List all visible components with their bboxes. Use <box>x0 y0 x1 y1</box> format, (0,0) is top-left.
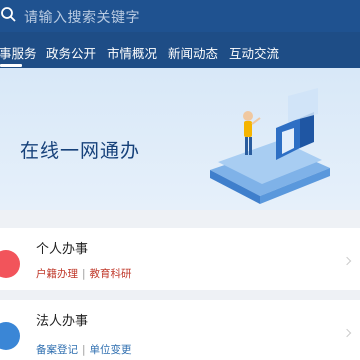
tab-city-overview[interactable]: 市情概况 <box>107 43 157 62</box>
chevron-right-icon <box>342 256 352 266</box>
tab-government-affairs[interactable]: 政务公开 <box>46 43 96 62</box>
header: 请输入搜索关键字 事服务 政务公开 市情概况 新闻动态 互动交流 <box>0 0 360 68</box>
online-service-illustration <box>210 88 330 204</box>
person-icon <box>0 322 20 350</box>
tag-education-research[interactable]: 教育科研 <box>90 268 132 280</box>
search-icon[interactable] <box>0 6 18 24</box>
tag-filing-registration[interactable]: 备案登记 <box>36 344 78 356</box>
search-input[interactable]: 请输入搜索关键字 <box>24 7 140 27</box>
tag-household-registration[interactable]: 户籍办理 <box>36 268 78 280</box>
card-tags: 户籍办理 | 教育科研 <box>36 268 132 280</box>
tag-unit-change[interactable]: 单位变更 <box>90 344 132 356</box>
card-tags: 备案登记 | 单位变更 <box>36 344 132 356</box>
nav-tabs: 事服务 政务公开 市情概况 新闻动态 互动交流 <box>0 32 360 68</box>
banner[interactable]: 在线一网通办 <box>0 68 360 210</box>
chevron-right-icon <box>342 328 352 338</box>
card-title: 个人办事 <box>36 242 89 257</box>
search-bar[interactable]: 请输入搜索关键字 <box>0 0 360 32</box>
tab-services[interactable]: 事服务 <box>0 43 37 62</box>
card-title: 法人办事 <box>36 314 89 329</box>
tab-interaction[interactable]: 互动交流 <box>229 43 279 62</box>
banner-title: 在线一网通办 <box>20 140 141 162</box>
tab-news[interactable]: 新闻动态 <box>168 43 218 62</box>
legal-entity-services-card[interactable]: 法人办事 备案登记 | 单位变更 <box>0 300 360 360</box>
personal-services-card[interactable]: 个人办事 户籍办理 | 教育科研 <box>0 228 360 290</box>
section-gap <box>0 210 360 228</box>
active-tab-indicator <box>0 64 22 67</box>
person-icon <box>0 250 20 278</box>
